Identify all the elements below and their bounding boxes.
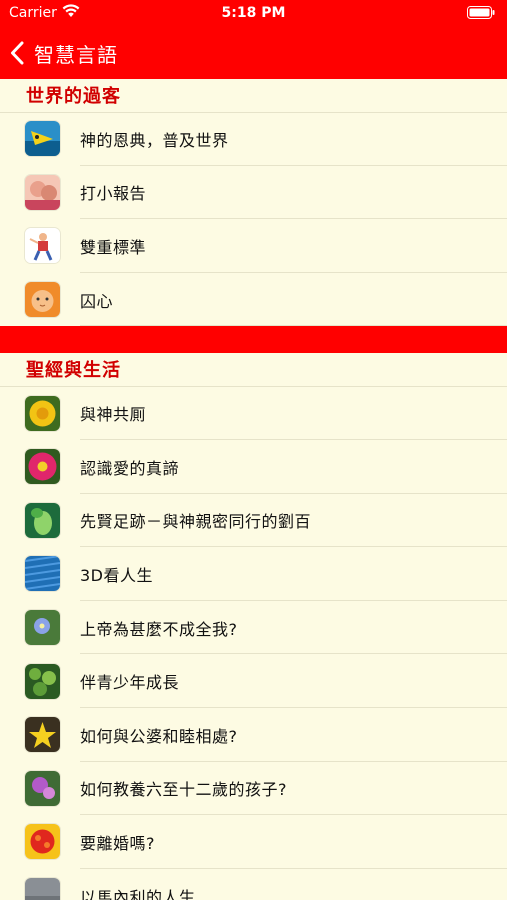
- section-header: 聖經與生活: [0, 353, 507, 386]
- list-item[interactable]: 以馬內利的人生: [0, 869, 507, 900]
- bird-thumbnail: [25, 121, 60, 157]
- list-item[interactable]: 與神共厠: [0, 386, 507, 440]
- header: Carrier 5:18 PM 智慧言語: [0, 0, 507, 79]
- battery-icon: [467, 6, 495, 19]
- cartoon-person-thumbnail: [25, 228, 60, 264]
- list-item[interactable]: 如何與公婆和睦相處?: [0, 708, 507, 762]
- section-title: 聖經與生活: [26, 360, 121, 382]
- list-item-label: 如何教養六至十二歲的孩子?: [80, 780, 287, 800]
- divider: [80, 325, 507, 327]
- red-flower-thumbnail: [25, 824, 60, 860]
- section-separator: [0, 326, 507, 354]
- cat-thumbnail: [25, 282, 60, 318]
- divider: [0, 386, 507, 388]
- list-item-label: 打小報告: [80, 184, 147, 204]
- list-item-label: 如何與公婆和睦相處?: [80, 726, 238, 746]
- back-button-label: 智慧言語: [34, 42, 118, 67]
- back-button[interactable]: 智慧言語: [10, 38, 118, 68]
- list-item-label: 要離婚嗎?: [80, 833, 155, 853]
- app-screen: Carrier 5:18 PM 智慧言語 世界的過客 神的恩典，普及世界 打小報告雙: [0, 0, 507, 900]
- divider: [0, 112, 507, 113]
- list-item[interactable]: 打小報告: [0, 166, 507, 220]
- yellow-star-flower-thumbnail: [25, 717, 60, 753]
- yellow-flower-thumbnail: [25, 395, 60, 431]
- list-item-label: 以馬內利的人生: [80, 887, 196, 900]
- blue-pattern-thumbnail: [25, 556, 60, 592]
- nav-bar: 智慧言語: [0, 28, 507, 79]
- green-leaves-thumbnail: [25, 663, 60, 699]
- list-item-label: 神的恩典，普及世界: [80, 130, 229, 150]
- section-title: 世界的過客: [26, 86, 121, 107]
- list-item-label: 先賢足跡－與神親密同行的劉百: [80, 512, 312, 532]
- grey-stone-thumbnail: [25, 878, 60, 900]
- list-item[interactable]: 先賢足跡－與神親密同行的劉百: [0, 494, 507, 548]
- children-thumbnail: [25, 174, 60, 210]
- purple-flower-thumbnail: [25, 770, 60, 806]
- list-item[interactable]: 伴青少年成長: [0, 654, 507, 708]
- list-item[interactable]: 囚心: [0, 273, 507, 327]
- list-item[interactable]: 神的恩典，普及世界: [0, 112, 507, 166]
- list-item[interactable]: 3D看人生: [0, 547, 507, 601]
- clock: 5:18 PM: [221, 5, 286, 21]
- list-item-label: 囚心: [80, 291, 114, 311]
- chevron-left-icon: [11, 41, 24, 65]
- list-item-label: 與神共厠: [80, 405, 147, 425]
- article-list: 世界的過客神的恩典，普及世界 打小報告雙重標準囚心聖經與生活與神共厠認識愛的真諦先…: [0, 79, 507, 900]
- list-item[interactable]: 認識愛的真諦: [0, 440, 507, 494]
- list-item[interactable]: 雙重標準: [0, 219, 507, 273]
- list-item[interactable]: 要離婚嗎?: [0, 815, 507, 869]
- blue-flower-thumbnail: [25, 610, 60, 646]
- list-item-label: 3D看人生: [80, 565, 154, 585]
- list-item-label: 伴青少年成長: [80, 673, 180, 693]
- list-item-label: 認識愛的真諦: [80, 458, 180, 478]
- list-item[interactable]: 上帝為甚麼不成全我?: [0, 601, 507, 655]
- section-header: 世界的過客: [0, 79, 507, 112]
- pink-flower-thumbnail: [25, 449, 60, 485]
- green-plant-thumbnail: [25, 502, 60, 538]
- list-item-label: 雙重標準: [80, 237, 147, 257]
- list-item[interactable]: 如何教養六至十二歲的孩子?: [0, 762, 507, 816]
- list-item-label: 上帝為甚麼不成全我?: [80, 619, 238, 639]
- status-bar: Carrier 5:18 PM: [0, 0, 507, 28]
